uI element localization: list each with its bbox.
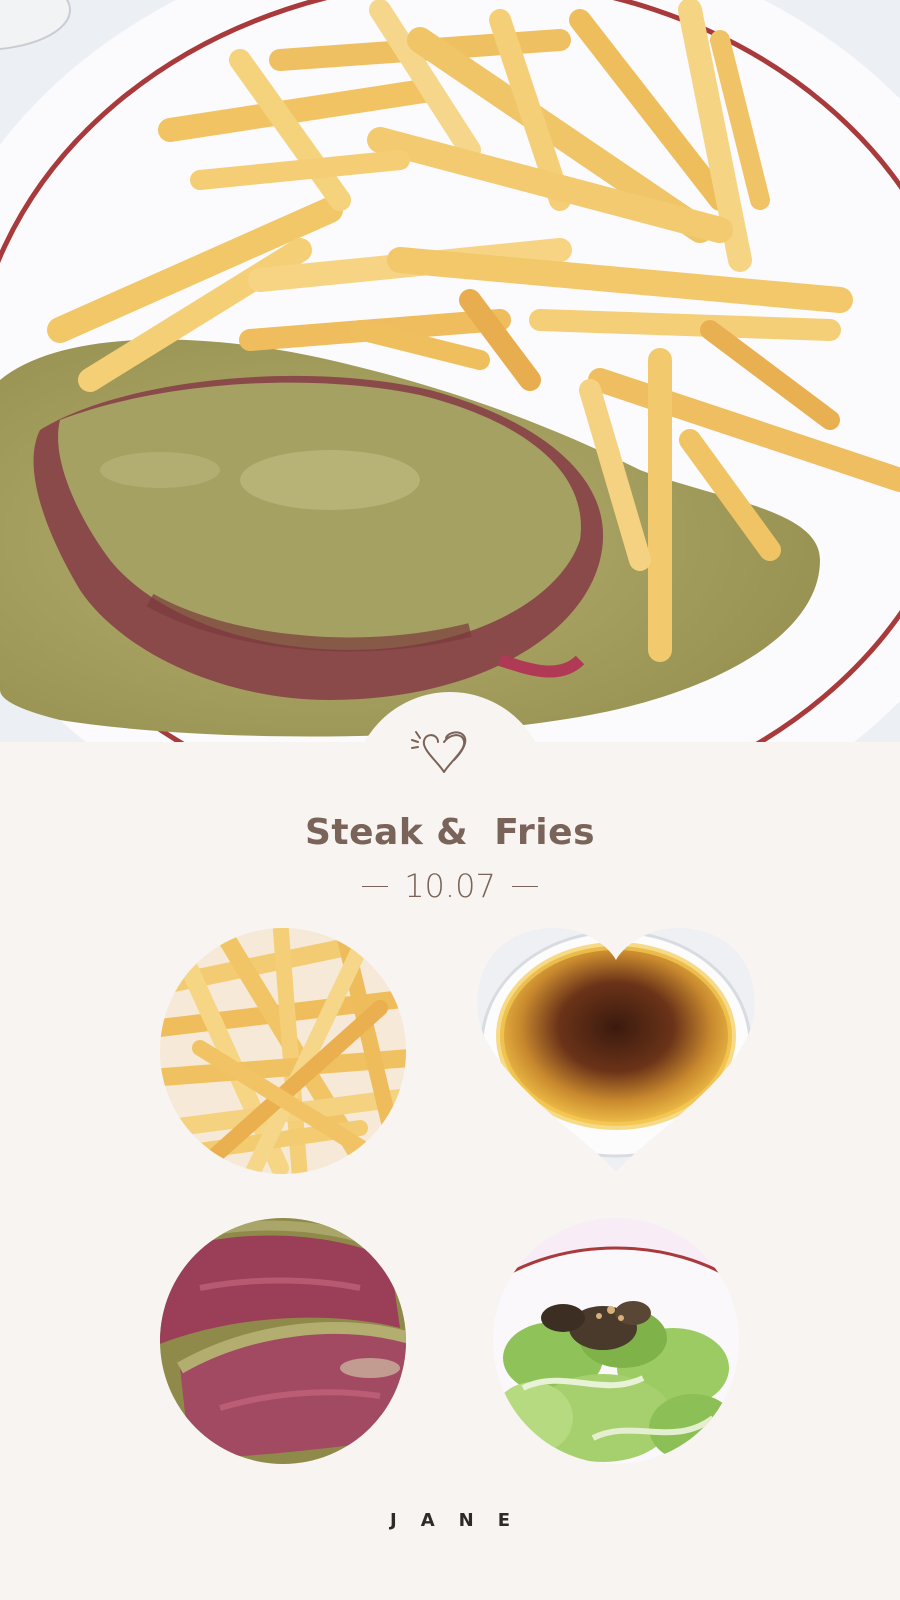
date-divider-left [362,885,389,887]
heart-badge [352,692,548,888]
salad-photo [493,1218,739,1464]
date-row: 10.07 [0,866,900,906]
fries-photo [160,928,406,1174]
post-title: Steak & Fries [304,812,595,853]
sliced-steak-photo [160,1218,406,1464]
author-signature: JANE [390,1510,534,1531]
creme-brulee-photo [474,924,758,1176]
hero-photo [0,0,900,742]
date-divider-right [511,885,538,887]
sparkling-heart-icon [408,728,480,780]
post-date: 10.07 [404,867,496,905]
